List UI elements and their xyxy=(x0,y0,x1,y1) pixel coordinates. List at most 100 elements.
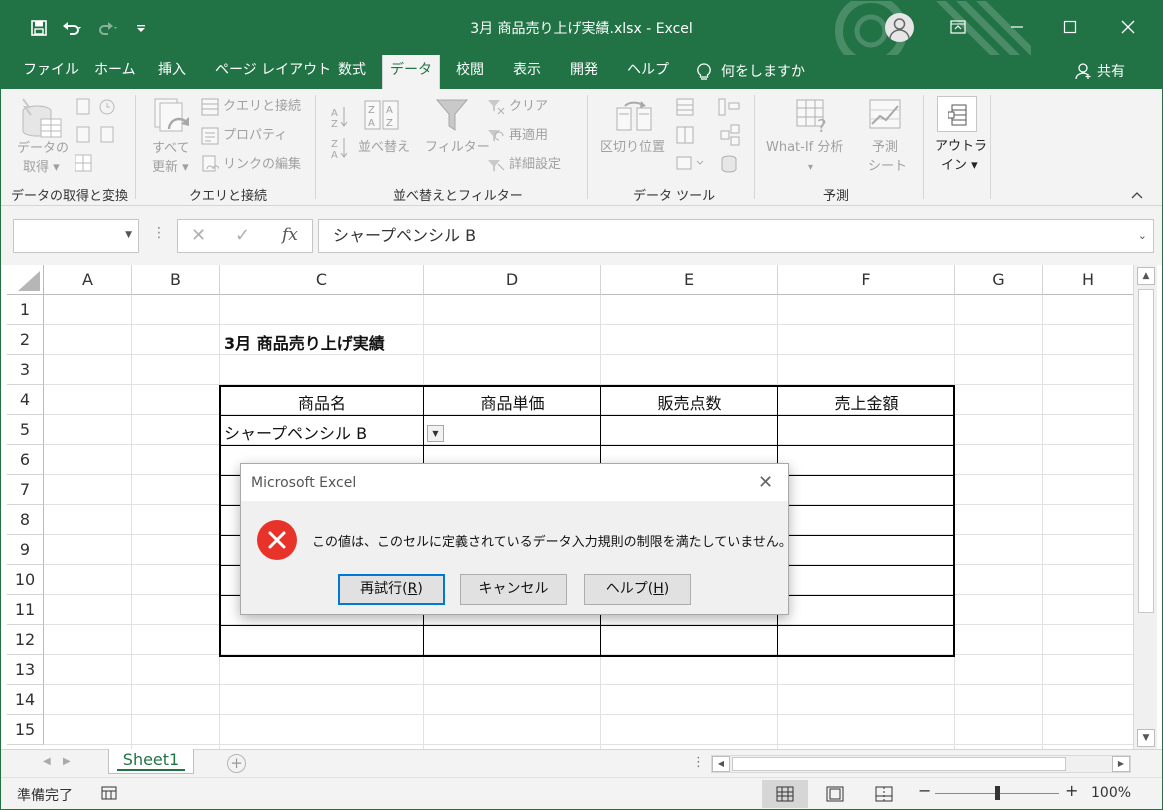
row-header-13[interactable]: 13 xyxy=(7,655,44,685)
horizontal-scrollbar[interactable]: ◀ ▶ xyxy=(711,755,1131,773)
what-if-analysis-icon[interactable]: ? xyxy=(795,98,833,134)
clear-button[interactable]: クリア xyxy=(509,97,548,116)
column-header-h[interactable]: H xyxy=(1043,265,1133,295)
cell-c5[interactable]: シャープペンシル B xyxy=(224,420,367,444)
sort-az-icons[interactable]: AZ ZA xyxy=(329,103,349,163)
row-header-14[interactable]: 14 xyxy=(7,685,44,715)
horizontal-scroll-thumb[interactable] xyxy=(732,757,1066,771)
cancel-entry-icon[interactable]: ✕ xyxy=(191,225,206,246)
redo-icon[interactable] xyxy=(95,16,119,40)
zoom-in-icon[interactable]: + xyxy=(1065,781,1078,800)
forecast-sheet-icon[interactable] xyxy=(868,98,904,132)
insert-function-icon[interactable]: fx xyxy=(282,225,298,245)
row-header-11[interactable]: 11 xyxy=(7,595,44,625)
validation-dropdown-icon[interactable]: ▼ xyxy=(427,425,444,442)
sheet-title-cell[interactable]: 3月 商品売り上げ実績 xyxy=(224,330,385,354)
sort-icon[interactable]: ZA AZ xyxy=(363,99,401,131)
column-header-c[interactable]: C xyxy=(220,265,424,295)
normal-view-icon[interactable] xyxy=(762,780,808,808)
row-header-12[interactable]: 12 xyxy=(7,625,44,655)
undo-icon[interactable] xyxy=(61,16,85,40)
scroll-up-icon[interactable]: ▲ xyxy=(1137,267,1155,285)
help-button[interactable]: ヘルプ(H) xyxy=(584,574,691,605)
zoom-slider-thumb[interactable] xyxy=(995,786,1000,800)
refresh-all-icon[interactable] xyxy=(153,97,193,139)
zoom-level[interactable]: 100% xyxy=(1091,785,1131,801)
tab-review[interactable]: 校閲 xyxy=(452,55,488,89)
sheet-tab-sheet1[interactable]: Sheet1 xyxy=(108,749,194,774)
filter-icon[interactable] xyxy=(435,98,469,134)
next-sheet-icon[interactable]: ▶ xyxy=(63,756,71,767)
tab-formulas[interactable]: 数式 xyxy=(334,55,370,89)
maximize-icon[interactable] xyxy=(1053,11,1087,43)
expand-formula-bar-icon[interactable]: ⌄ xyxy=(1138,220,1147,252)
row-header-1[interactable]: 1 xyxy=(7,295,44,325)
column-header-f[interactable]: F xyxy=(778,265,955,295)
row-header-10[interactable]: 10 xyxy=(7,565,44,595)
save-icon[interactable] xyxy=(27,16,51,40)
queries-connections-button[interactable]: クエリと接続 xyxy=(223,97,301,116)
formula-input[interactable]: シャープペンシル B ⌄ xyxy=(318,219,1154,253)
dialog-close-icon[interactable]: ✕ xyxy=(758,472,773,493)
tab-insert[interactable]: 挿入 xyxy=(154,55,190,89)
column-header-b[interactable]: B xyxy=(132,265,220,295)
name-box-dropdown-icon[interactable]: ▼ xyxy=(125,230,132,240)
formula-bar-grip-icon[interactable]: ⋮ xyxy=(152,225,166,241)
scroll-right-icon[interactable]: ▶ xyxy=(1112,756,1130,772)
macro-recording-icon[interactable] xyxy=(101,786,117,800)
tab-help[interactable]: ヘルプ xyxy=(623,55,673,89)
share-button[interactable]: 共有 xyxy=(1075,61,1125,81)
cancel-button[interactable]: キャンセル xyxy=(460,574,567,605)
confirm-entry-icon[interactable]: ✓ xyxy=(235,225,250,246)
scroll-left-icon[interactable]: ◀ xyxy=(712,756,730,772)
row-header-3[interactable]: 3 xyxy=(7,355,44,385)
reapply-button[interactable]: 再適用 xyxy=(509,126,548,145)
collapse-ribbon-icon[interactable] xyxy=(1131,188,1143,202)
tab-data[interactable]: データ xyxy=(382,55,440,89)
vertical-scrollbar[interactable]: ▲ ▼ xyxy=(1133,265,1157,749)
add-sheet-icon[interactable]: + xyxy=(227,754,246,773)
previous-sheet-icon[interactable]: ◀ xyxy=(43,756,51,767)
tab-view[interactable]: 表示 xyxy=(509,55,545,89)
row-header-15[interactable]: 15 xyxy=(7,715,44,745)
properties-button[interactable]: プロパティ xyxy=(223,126,287,145)
header-cell-product-name[interactable]: 商品名 xyxy=(220,390,424,414)
row-header-2[interactable]: 2 xyxy=(7,325,44,355)
header-cell-sales-amount[interactable]: 売上金額 xyxy=(778,390,955,414)
name-box[interactable]: ▼ xyxy=(13,219,139,253)
column-header-e[interactable]: E xyxy=(601,265,778,295)
column-header-d[interactable]: D xyxy=(424,265,601,295)
row-header-7[interactable]: 7 xyxy=(7,475,44,505)
zoom-out-icon[interactable]: − xyxy=(918,781,931,800)
minimize-icon[interactable] xyxy=(1000,11,1034,43)
column-header-g[interactable]: G xyxy=(955,265,1043,295)
header-cell-unit-price[interactable]: 商品単価 xyxy=(424,390,601,414)
scroll-down-icon[interactable]: ▼ xyxy=(1137,729,1155,747)
user-avatar[interactable] xyxy=(885,13,914,42)
dialog-title-bar[interactable]: Microsoft Excel ✕ xyxy=(241,464,788,501)
advanced-filter-button[interactable]: 詳細設定 xyxy=(509,155,561,174)
row-header-8[interactable]: 8 xyxy=(7,505,44,535)
row-header-5[interactable]: 5 xyxy=(7,415,44,445)
get-data-icon[interactable] xyxy=(19,97,65,141)
customize-qat-icon[interactable] xyxy=(129,16,153,40)
tell-me-search[interactable]: 何をしますか xyxy=(693,55,809,89)
tab-home[interactable]: ホーム xyxy=(90,55,140,89)
text-to-columns-icon[interactable] xyxy=(615,98,655,134)
close-window-icon[interactable] xyxy=(1111,11,1145,43)
edit-links-button[interactable]: リンクの編集 xyxy=(223,155,301,174)
header-cell-quantity-sold[interactable]: 販売点数 xyxy=(601,390,778,414)
retry-button[interactable]: 再試行(R) xyxy=(338,574,445,605)
column-header-a[interactable]: A xyxy=(44,265,132,295)
tab-developer[interactable]: 開発 xyxy=(566,55,602,89)
row-header-9[interactable]: 9 xyxy=(7,535,44,565)
row-header-6[interactable]: 6 xyxy=(7,445,44,475)
outline-button-frame[interactable] xyxy=(937,96,977,132)
tab-split-handle-icon[interactable]: ⋮ xyxy=(692,755,705,770)
vertical-scroll-thumb[interactable] xyxy=(1138,289,1154,613)
tab-page-layout[interactable]: ページ レイアウト xyxy=(211,55,335,89)
tab-file[interactable]: ファイル xyxy=(19,55,83,89)
ribbon-display-options-icon[interactable] xyxy=(941,11,975,43)
page-layout-view-icon[interactable] xyxy=(812,780,858,808)
row-header-4[interactable]: 4 xyxy=(7,385,44,415)
